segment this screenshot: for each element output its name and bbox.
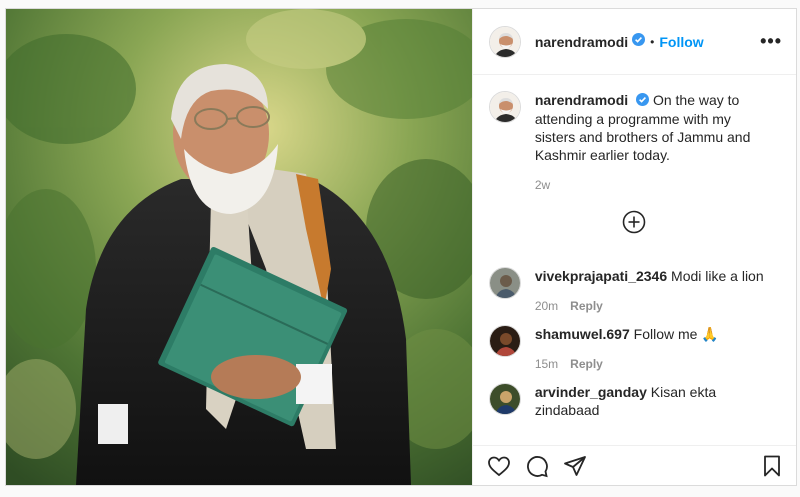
comment-username[interactable]: shamuwel.697 <box>535 326 630 342</box>
reply-button[interactable]: Reply <box>570 357 603 371</box>
verified-badge-icon <box>632 32 646 51</box>
comment-time[interactable]: 15m <box>535 357 558 371</box>
bookmark-icon[interactable] <box>760 454 784 478</box>
comment-username[interactable]: arvinder_ganday <box>535 384 647 400</box>
separator-dot: • <box>650 34 655 49</box>
paper-plane-icon[interactable] <box>563 454 587 478</box>
commenter-avatar[interactable] <box>488 267 521 300</box>
plus-circle-icon[interactable] <box>622 210 646 239</box>
commenter-avatar[interactable] <box>488 383 521 416</box>
comment-item: arvinder_ganday Kisan ekta zindabaad <box>488 383 780 419</box>
caption-timestamp[interactable]: 2w <box>535 178 780 192</box>
caption-text: narendramodi On the way to attending a p… <box>535 91 765 164</box>
heart-icon[interactable] <box>487 454 511 478</box>
caption: narendramodi On the way to attending a p… <box>488 91 780 164</box>
follow-button[interactable]: Follow <box>659 34 703 50</box>
comments-area[interactable]: narendramodi On the way to attending a p… <box>473 75 796 445</box>
commenter-avatar[interactable] <box>488 325 521 358</box>
comment-text: Modi like a lion <box>671 268 764 285</box>
post-actions <box>472 445 796 485</box>
author-avatar[interactable] <box>488 25 521 58</box>
post-dialog: narendramodi • Follow ••• narendramodi O… <box>5 8 797 486</box>
post-image <box>6 9 472 485</box>
author-username[interactable]: narendramodi <box>535 34 628 50</box>
verified-badge-icon <box>636 92 650 110</box>
comment-item: vivekprajapati_2346 Modi like a lion 20m… <box>488 267 780 313</box>
post-photo[interactable] <box>6 9 472 485</box>
comment-item: shamuwel.697 Follow me 🙏 15m Reply <box>488 325 780 371</box>
load-more-comments-button[interactable] <box>489 210 780 239</box>
caption-username[interactable]: narendramodi <box>535 92 628 108</box>
comment-username[interactable]: vivekprajapati_2346 <box>535 268 667 284</box>
comment-icon[interactable] <box>525 454 549 478</box>
post-header: narendramodi • Follow ••• <box>472 9 796 75</box>
post-side-panel: narendramodi • Follow ••• narendramodi O… <box>471 9 796 485</box>
more-options-icon[interactable]: ••• <box>760 31 782 52</box>
reply-button[interactable]: Reply <box>570 299 603 313</box>
caption-avatar[interactable] <box>488 91 521 123</box>
comment-text: Follow me 🙏 <box>633 326 719 343</box>
comment-time[interactable]: 20m <box>535 299 558 313</box>
